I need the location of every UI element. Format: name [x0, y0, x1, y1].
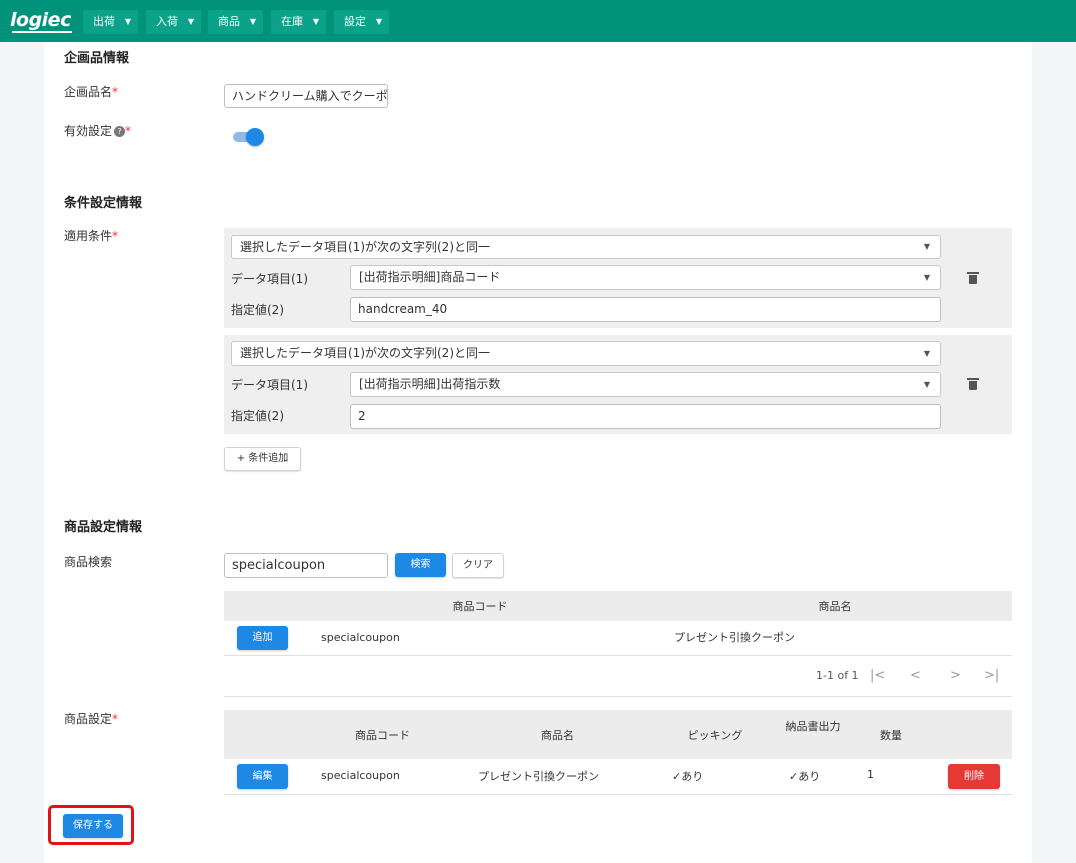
- invoice-value: ✓あり: [789, 770, 821, 783]
- conditions-label-text: 適用条件: [64, 229, 113, 243]
- nav-menu-label: 入荷: [156, 15, 178, 28]
- caret-down-icon: ▼: [312, 17, 319, 26]
- search-button[interactable]: 検索: [395, 553, 446, 577]
- nav-menu-label: 商品: [218, 15, 240, 28]
- data-item-select[interactable]: [出荷指示明細]出荷指示数 ▼: [350, 372, 941, 397]
- clear-button[interactable]: クリア: [452, 553, 504, 578]
- column-header-code: 商品コード: [452, 600, 508, 613]
- result-code: specialcoupon: [321, 631, 400, 644]
- required-mark: *: [112, 229, 119, 243]
- caret-down-icon: ▼: [923, 380, 930, 389]
- nav-menu-shipping[interactable]: 出荷 ▼: [83, 10, 138, 34]
- condition-value-input[interactable]: handcream_40: [350, 297, 941, 322]
- column-header-picking: ピッキング: [687, 729, 743, 742]
- caret-down-icon: ▼: [187, 17, 194, 26]
- table-divider: [224, 696, 1012, 697]
- value-label: 指定値(2): [231, 303, 284, 317]
- condition-operator-select[interactable]: 選択したデータ項目(1)が次の文字列(2)と同一 ▼: [231, 341, 941, 366]
- enabled-label-text: 有効設定: [64, 124, 113, 138]
- caret-down-icon: ▼: [124, 17, 131, 26]
- data-item-label: データ項目(1): [231, 378, 308, 392]
- plan-section-title: 企画品情報: [64, 51, 130, 66]
- save-button[interactable]: 保存する: [63, 814, 123, 838]
- table-divider: [224, 655, 1012, 656]
- top-navbar: logiec 出荷 ▼ 入荷 ▼ 商品 ▼ 在庫 ▼ 設定 ▼: [0, 0, 1076, 42]
- required-mark: *: [125, 124, 132, 138]
- app-logo[interactable]: logiec: [10, 9, 71, 31]
- nav-menu-settings[interactable]: 設定 ▼: [334, 10, 389, 34]
- search-table-header: [224, 591, 1012, 621]
- caret-down-icon: ▼: [923, 349, 930, 358]
- settings-name: プレゼント引換クーポン: [478, 770, 599, 783]
- product-search-input[interactable]: specialcoupon: [224, 553, 388, 578]
- caret-down-icon: ▼: [923, 242, 930, 251]
- column-header-code: 商品コード: [355, 729, 410, 742]
- conditions-label: 適用条件*: [64, 227, 118, 244]
- pagination-text: 1-1 of 1: [816, 669, 859, 682]
- product-search-label: 商品検索: [64, 555, 113, 569]
- edit-product-button[interactable]: 編集: [237, 764, 288, 789]
- quantity-value: 1: [867, 768, 874, 781]
- first-page-icon[interactable]: |<: [870, 668, 885, 683]
- plan-name-input[interactable]: ハンドクリーム購入でクーポン: [224, 84, 388, 108]
- trash-icon[interactable]: [967, 378, 979, 390]
- condition-value-input[interactable]: 2: [350, 404, 941, 429]
- add-product-button[interactable]: 追加: [237, 626, 288, 650]
- trash-icon[interactable]: [967, 272, 979, 284]
- nav-menu-inventory[interactable]: 在庫 ▼: [271, 10, 326, 34]
- nav-menu-products[interactable]: 商品 ▼: [208, 10, 263, 34]
- product-settings-label-text: 商品設定: [64, 712, 113, 726]
- data-item-label: データ項目(1): [231, 272, 308, 286]
- enabled-toggle-knob[interactable]: [246, 128, 264, 146]
- required-mark: *: [112, 85, 119, 99]
- column-header-invoice: 納品書出力: [785, 720, 841, 733]
- select-value: 選択したデータ項目(1)が次の文字列(2)と同一: [240, 346, 490, 360]
- value-label: 指定値(2): [231, 409, 284, 423]
- picking-value: ✓あり: [672, 770, 704, 783]
- caret-down-icon: ▼: [249, 17, 256, 26]
- nav-menu-label: 在庫: [281, 15, 303, 28]
- column-header-name: 商品名: [818, 600, 852, 613]
- product-settings-label: 商品設定*: [64, 710, 118, 727]
- select-value: [出荷指示明細]出荷指示数: [359, 377, 501, 391]
- table-divider: [224, 794, 1012, 795]
- enabled-label: 有効設定? *: [64, 122, 131, 139]
- select-value: 選択したデータ項目(1)が次の文字列(2)と同一: [240, 240, 490, 254]
- required-mark: *: [112, 712, 119, 726]
- nav-menu-receiving[interactable]: 入荷 ▼: [146, 10, 201, 34]
- help-icon[interactable]: ?: [114, 126, 126, 137]
- result-name: プレゼント引換クーポン: [674, 631, 795, 644]
- conditions-section-title: 条件設定情報: [64, 196, 143, 211]
- delete-product-button[interactable]: 削除: [948, 764, 1000, 789]
- plan-name-label-text: 企画品名: [64, 85, 113, 99]
- last-page-icon[interactable]: >|: [984, 668, 999, 683]
- product-section-title: 商品設定情報: [64, 520, 143, 535]
- data-item-select[interactable]: [出荷指示明細]商品コード ▼: [350, 265, 941, 290]
- next-page-icon[interactable]: >: [950, 668, 961, 683]
- plan-name-label: 企画品名*: [64, 83, 118, 100]
- column-header-quantity: 数量: [880, 729, 902, 742]
- caret-down-icon: ▼: [375, 17, 382, 26]
- logo-underline: [12, 31, 72, 33]
- add-condition-button[interactable]: + 条件追加: [224, 447, 301, 471]
- select-value: [出荷指示明細]商品コード: [359, 270, 501, 284]
- nav-menu-label: 出荷: [93, 15, 115, 28]
- condition-operator-select[interactable]: 選択したデータ項目(1)が次の文字列(2)と同一 ▼: [231, 235, 941, 259]
- prev-page-icon[interactable]: <: [910, 668, 921, 683]
- settings-code: specialcoupon: [321, 769, 400, 782]
- column-header-name: 商品名: [541, 729, 574, 742]
- caret-down-icon: ▼: [923, 273, 930, 282]
- nav-menu-label: 設定: [344, 15, 366, 28]
